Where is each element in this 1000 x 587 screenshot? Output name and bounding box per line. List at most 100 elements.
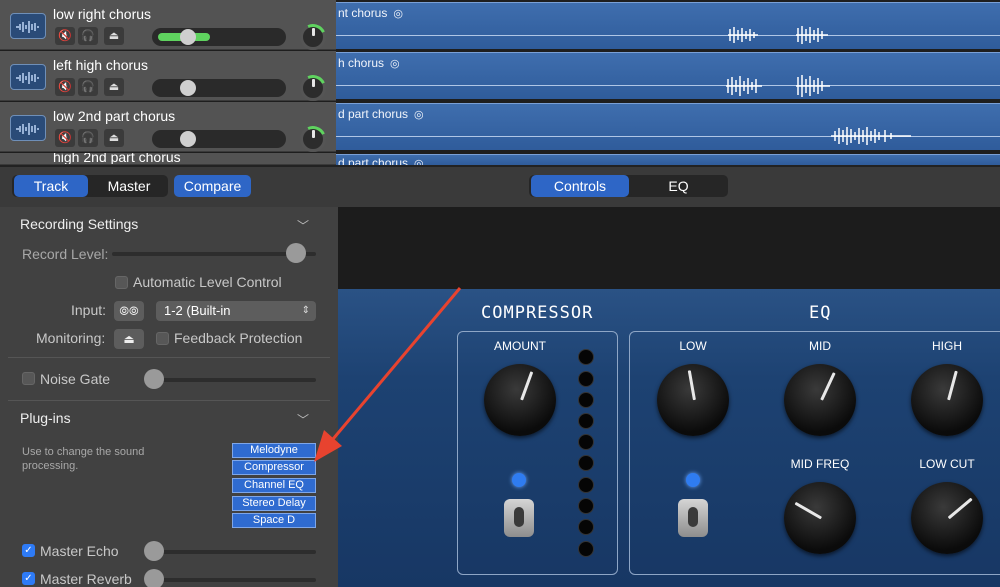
noise-gate-checkbox[interactable] <box>22 372 35 385</box>
master-reverb-label: Master Reverb <box>40 571 132 587</box>
compressor-title: COMPRESSOR <box>481 303 594 323</box>
volume-slider[interactable] <box>152 130 286 148</box>
mid-knob[interactable] <box>784 364 856 436</box>
pan-knob[interactable] <box>296 20 330 54</box>
mid-label: MID <box>809 339 831 353</box>
master-echo-slider[interactable] <box>144 550 316 554</box>
input-monitor-icon[interactable]: ⏏ <box>104 27 124 45</box>
mid-freq-knob[interactable] <box>784 482 856 554</box>
pan-knob[interactable] <box>296 71 330 105</box>
waveform-icon <box>10 115 46 141</box>
master-echo-label: Master Echo <box>40 543 119 559</box>
tab-eq[interactable]: EQ <box>631 175 726 197</box>
waveform <box>726 75 830 97</box>
inspector-panel: Recording Settings ﹀ Record Level: Autom… <box>0 207 338 587</box>
record-level-knob[interactable] <box>286 243 306 263</box>
high-label: HIGH <box>932 339 962 353</box>
plugin-slot-space-d[interactable]: Space D <box>232 513 316 528</box>
tab-track[interactable]: Track <box>14 175 88 197</box>
compare-button[interactable]: Compare <box>174 175 251 197</box>
auto-level-checkbox[interactable] <box>115 276 128 289</box>
region-label: h chorus ◎ <box>338 56 400 70</box>
track-name: high 2nd part chorus <box>53 153 181 165</box>
meter-led <box>578 541 594 557</box>
waveform-icon <box>10 64 46 90</box>
speaker-mute-icon[interactable]: 🔇 <box>55 129 75 147</box>
loop-icon: ◎ <box>393 8 403 20</box>
loop-icon: ◎ <box>414 109 424 121</box>
amount-label: AMOUNT <box>494 339 546 353</box>
noise-gate-label: Noise Gate <box>40 371 111 387</box>
waveform-icon <box>10 13 46 39</box>
meter-led <box>578 434 594 450</box>
region-label: d part chorus ◎ <box>338 156 424 165</box>
track-header[interactable]: low 2nd part chorus 🔇 🎧 ⏏ <box>0 102 336 156</box>
recording-settings-header[interactable]: Recording Settings <box>20 216 138 232</box>
meter-led <box>578 371 594 387</box>
master-reverb-slider[interactable] <box>144 578 316 582</box>
high-knob[interactable] <box>911 364 983 436</box>
loop-icon: ◎ <box>390 58 400 70</box>
auto-level-label: Automatic Level Control <box>133 274 282 290</box>
loop-icon: ◎ <box>414 158 424 165</box>
meter-led <box>578 455 594 471</box>
noise-gate-slider[interactable] <box>144 378 316 382</box>
headphones-icon[interactable]: 🎧 <box>78 129 98 147</box>
audio-region[interactable]: nt chorus ◎ <box>336 2 1000 49</box>
noise-gate-knob[interactable] <box>144 369 164 389</box>
audio-region[interactable]: d part chorus ◎ <box>336 154 1000 165</box>
chevron-down-icon[interactable]: ﹀ <box>297 217 309 234</box>
low-cut-label: LOW CUT <box>919 457 975 471</box>
meter-led <box>578 477 594 493</box>
region-label: nt chorus ◎ <box>338 6 403 20</box>
plugin-slot-stereo-delay[interactable]: Stereo Delay <box>232 496 316 511</box>
track-name: low right chorus <box>53 6 152 22</box>
plugin-slot-channel-eq[interactable]: Channel EQ <box>232 478 316 493</box>
track-header[interactable]: low right chorus 🔇 🎧 ⏏ <box>0 0 336 54</box>
low-cut-knob[interactable] <box>911 482 983 554</box>
monitoring-label: Monitoring: <box>36 330 106 346</box>
low-label: LOW <box>679 339 707 353</box>
monitoring-icon[interactable]: ⏏ <box>114 329 144 349</box>
input-monitor-icon[interactable]: ⏏ <box>104 78 124 96</box>
speaker-mute-icon[interactable]: 🔇 <box>55 78 75 96</box>
track-name: low 2nd part chorus <box>53 108 176 124</box>
eq-toggle[interactable] <box>678 499 708 537</box>
volume-slider[interactable] <box>152 79 286 97</box>
master-reverb-checkbox[interactable]: ✓ <box>22 572 35 585</box>
track-header[interactable]: left high chorus 🔇 🎧 ⏏ <box>0 51 336 105</box>
stereo-input-icon[interactable]: ⦾⦾ <box>114 301 144 321</box>
input-monitor-icon[interactable]: ⏏ <box>104 129 124 147</box>
pan-knob[interactable] <box>296 122 330 156</box>
volume-slider[interactable] <box>152 28 286 46</box>
region-label: d part chorus ◎ <box>338 107 424 121</box>
headphones-icon[interactable]: 🎧 <box>78 78 98 96</box>
tab-controls[interactable]: Controls <box>531 175 629 197</box>
master-echo-checkbox[interactable]: ✓ <box>22 544 35 557</box>
meter-led <box>578 519 594 535</box>
meter-led <box>578 498 594 514</box>
speaker-mute-icon[interactable]: 🔇 <box>55 27 75 45</box>
master-reverb-knob[interactable] <box>144 569 164 587</box>
input-select[interactable]: 1-2 (Built-in ⇕ <box>156 301 316 321</box>
amount-knob[interactable] <box>484 364 556 436</box>
compressor-toggle[interactable] <box>504 499 534 537</box>
low-knob[interactable] <box>657 364 729 436</box>
track-header[interactable]: high 2nd part chorus <box>0 153 336 165</box>
plugins-header[interactable]: Plug-ins <box>20 410 71 426</box>
mid-freq-label: MID FREQ <box>790 457 850 471</box>
compressor-led <box>512 473 526 487</box>
app-window: low right chorus 🔇 🎧 ⏏ left high chorus … <box>0 0 1000 587</box>
audio-region[interactable]: h chorus ◎ <box>336 52 1000 99</box>
record-level-label: Record Level: <box>22 246 109 262</box>
feedback-label: Feedback Protection <box>174 330 303 346</box>
eq-title: EQ <box>809 303 832 323</box>
input-label: Input: <box>71 302 107 318</box>
meter-led <box>578 413 594 429</box>
audio-region[interactable]: d part chorus ◎ <box>336 103 1000 150</box>
master-echo-knob[interactable] <box>144 541 164 561</box>
headphones-icon[interactable]: 🎧 <box>78 27 98 45</box>
plugin-header-area <box>338 207 1000 289</box>
feedback-checkbox[interactable] <box>156 332 169 345</box>
tab-master[interactable]: Master <box>92 175 166 197</box>
